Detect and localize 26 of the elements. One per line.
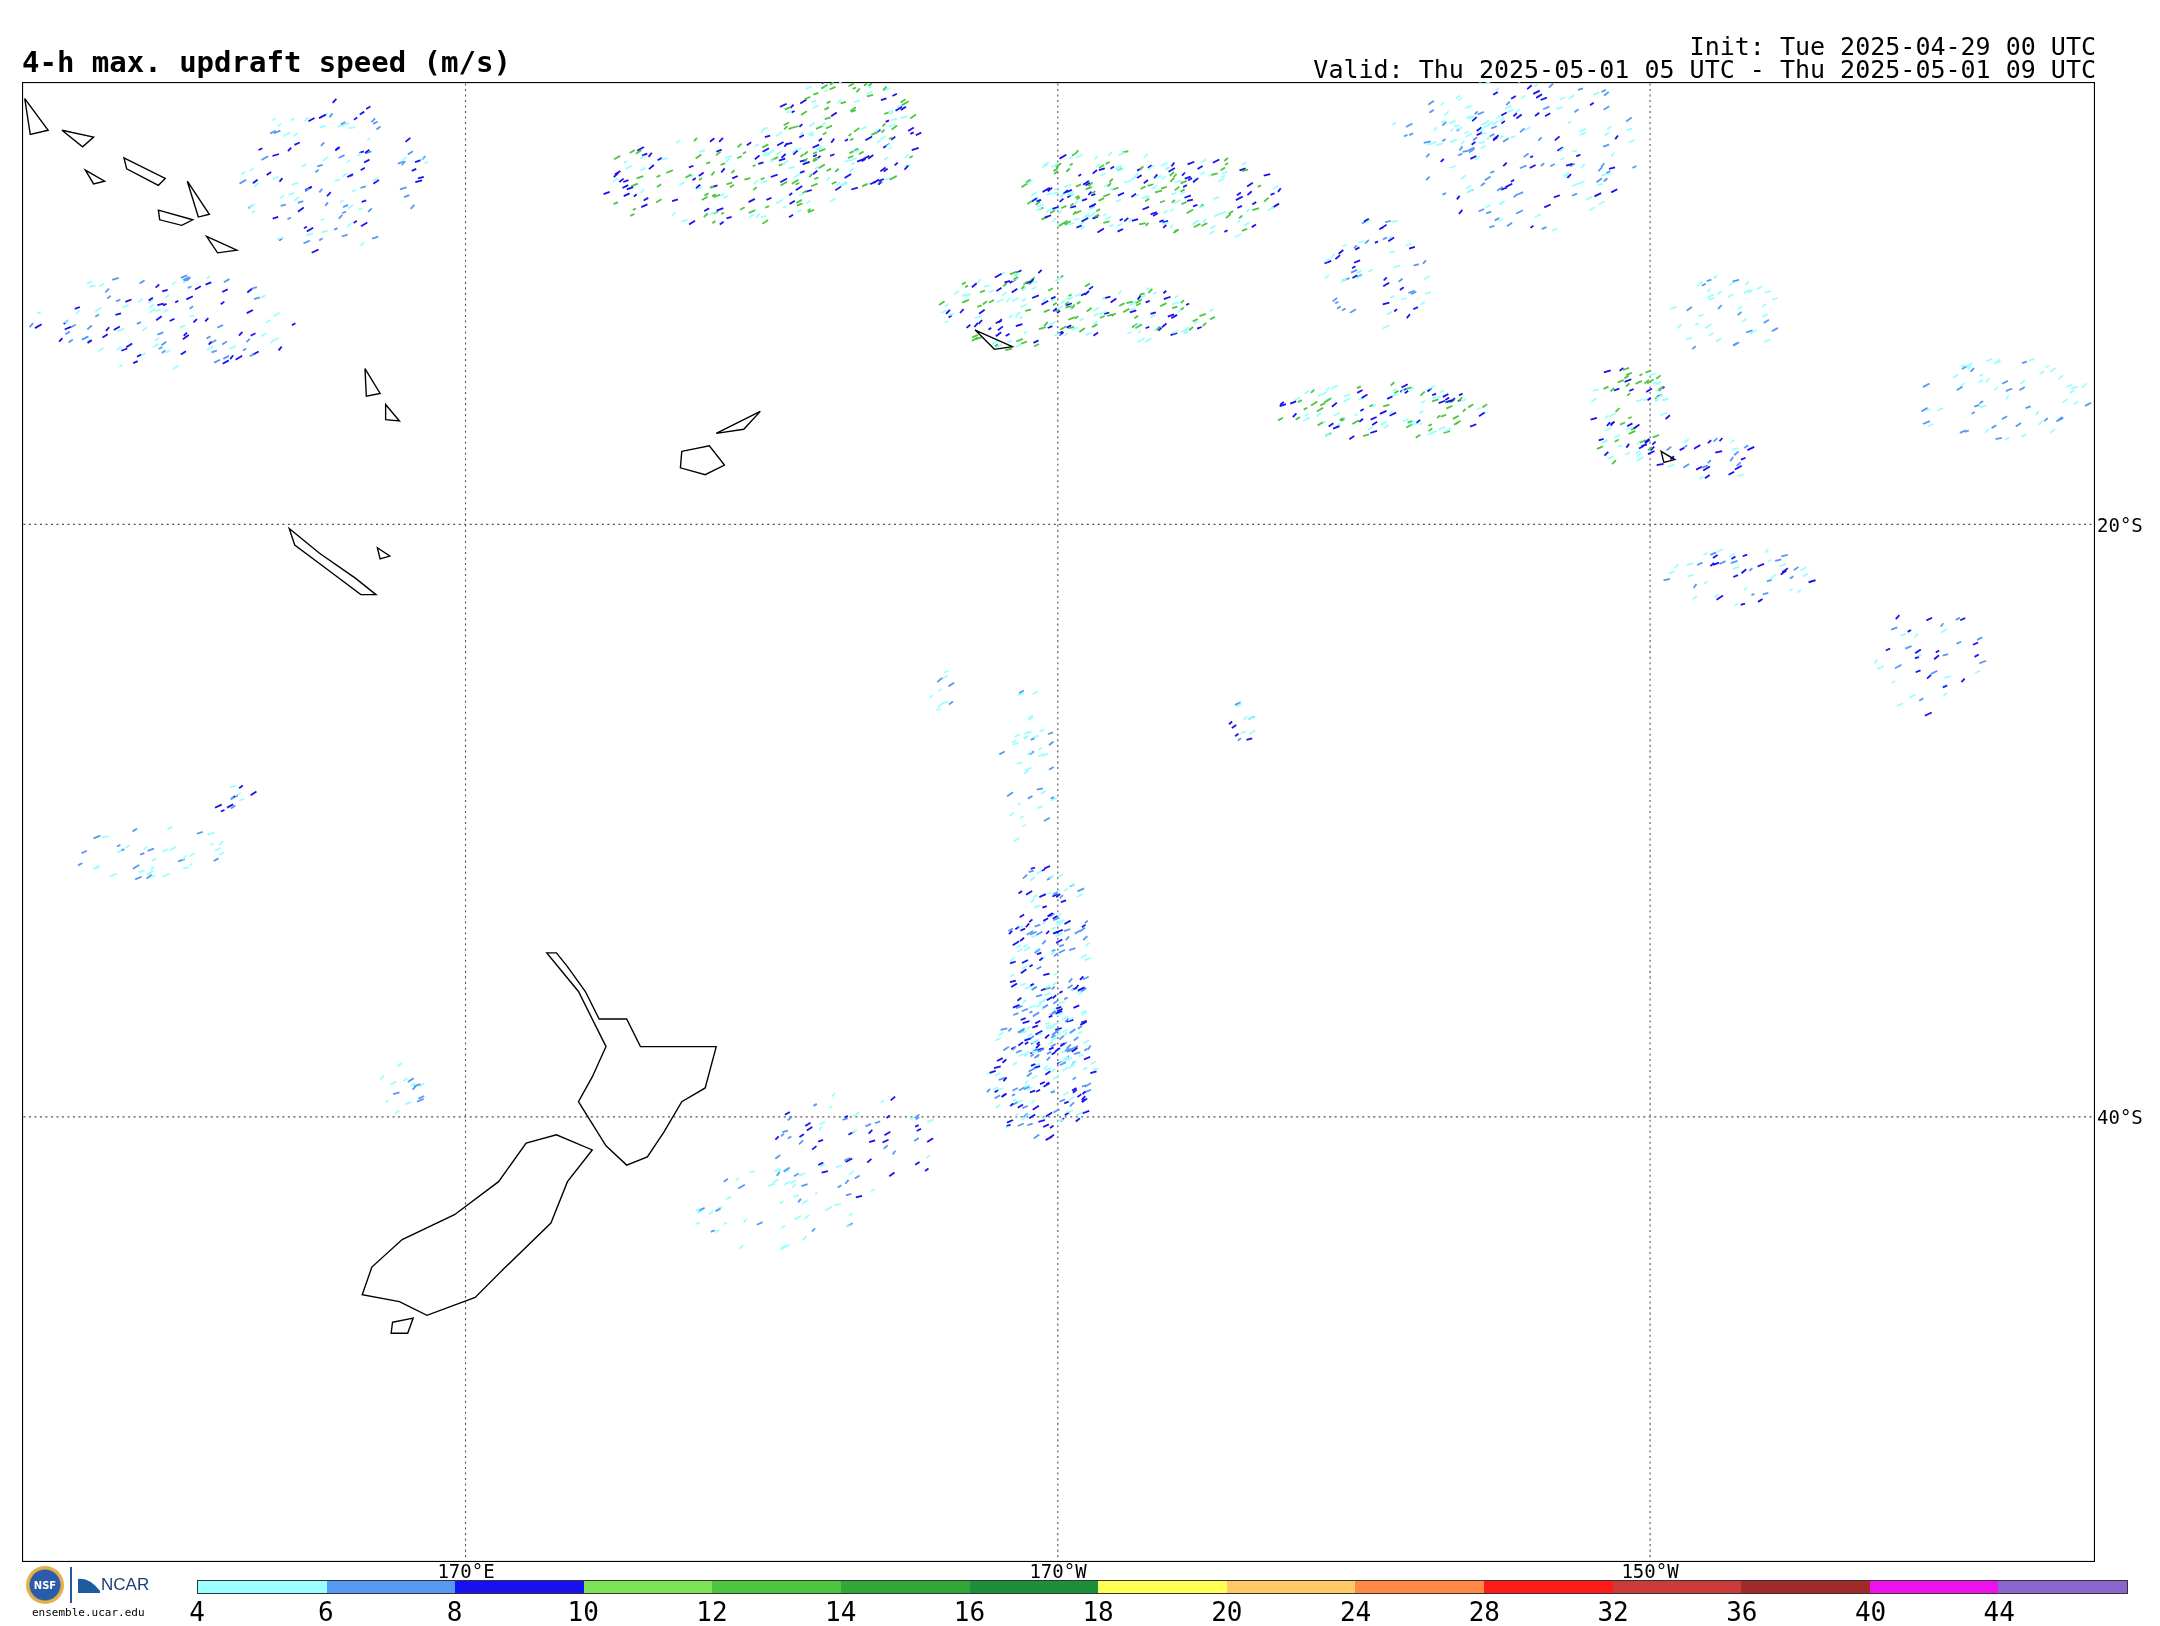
longitude-label: 170°E: [437, 1562, 495, 1580]
colorbar-tick-label: 32: [1597, 1598, 1629, 1626]
colorbar-tick-label: 8: [446, 1598, 463, 1626]
colorbar-tick-label: 4: [189, 1598, 205, 1626]
colorbar-tick-label: 44: [1983, 1598, 2015, 1626]
latitude-label: 20°S: [2097, 514, 2143, 536]
init-time: Init: Tue 2025-04-29 00 UTC: [1689, 35, 2096, 58]
colorbar-tick-label: 14: [825, 1598, 857, 1626]
colorbar-tick-label: 28: [1468, 1598, 1500, 1626]
colorbar-tick-label: 24: [1339, 1598, 1372, 1626]
latitude-label: 40°S: [2097, 1106, 2143, 1128]
colorbar-tick-label: 12: [696, 1598, 728, 1626]
nsf-logo: NSF: [26, 1566, 64, 1604]
site-url: ensemble.ucar.edu: [32, 1606, 145, 1619]
colorbar-tick-label: 36: [1726, 1598, 1758, 1626]
longitude-label: 170°W: [1029, 1562, 1087, 1580]
chart-title: 4-h max. updraft speed (m/s): [22, 46, 511, 78]
colorbar-tick-label: 10: [567, 1598, 599, 1626]
colorbar-tick-label: 20: [1211, 1598, 1243, 1626]
colorbar-tick-label: 18: [1082, 1598, 1114, 1626]
colorbar-tick-label: 6: [317, 1598, 334, 1626]
valid-time: Valid: Thu 2025-05-01 05 UTC - Thu 2025-05-01 09 UTC: [1313, 58, 2096, 81]
ncar-logo: NCAR: [78, 1575, 150, 1595]
longitude-label: 150°W: [1621, 1562, 1679, 1580]
colorbar-tick-label: 40: [1854, 1598, 1887, 1626]
colorbar-tick-label: 16: [953, 1598, 986, 1626]
